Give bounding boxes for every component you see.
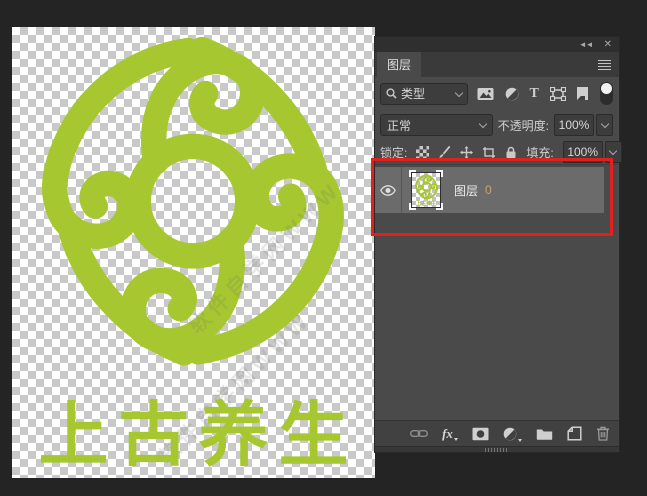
folder-icon — [536, 429, 553, 440]
blend-options-row: 正常 不透明度: 100% — [375, 110, 619, 140]
filter-kind-icons: T — [477, 82, 613, 105]
layer-thumbnail-art — [413, 174, 440, 201]
selection-corner-icon — [436, 170, 443, 177]
panel-menu-icon — [597, 59, 611, 62]
adjustment-icon — [503, 427, 517, 440]
visibility-toggle[interactable] — [375, 167, 402, 213]
new-group-button[interactable] — [536, 427, 553, 440]
delete-layer-button[interactable] — [596, 426, 610, 441]
blend-mode-value: 正常 — [387, 118, 412, 133]
layer-style-fx-button[interactable]: fx — [442, 426, 458, 441]
chevron-down-icon — [608, 146, 618, 156]
panel-tab-row: 图层 — [375, 52, 619, 77]
prevent-autonest-artboard-icon[interactable] — [482, 146, 496, 159]
lock-transparency-icon[interactable] — [416, 145, 430, 159]
lock-position-move-icon[interactable] — [460, 145, 474, 159]
new-layer-button[interactable] — [567, 426, 582, 441]
tab-layers-label: 图层 — [386, 58, 411, 72]
trash-icon — [596, 426, 609, 441]
selection-corner-icon — [409, 203, 416, 210]
adjustment-layer-filter-icon[interactable] — [505, 87, 519, 101]
logo-artwork — [16, 33, 368, 385]
fill-input[interactable]: 100% — [562, 141, 603, 163]
fill-dropdown-button[interactable] — [604, 141, 622, 163]
layer-list: 上古养生 图层 0 — [375, 165, 619, 420]
filter-type-select[interactable]: 类型 — [380, 82, 468, 105]
layer-thumbnail[interactable]: 上古养生 — [409, 170, 443, 210]
shape-layer-filter-icon[interactable] — [549, 86, 566, 101]
layer-mask-icon — [472, 427, 489, 440]
search-icon — [386, 88, 397, 99]
chevron-down-icon — [600, 119, 609, 129]
chevron-down-icon — [454, 88, 464, 97]
filter-type-label: 类型 — [401, 87, 426, 101]
caret-down-icon — [517, 438, 522, 442]
fill-label: 填充: — [526, 145, 554, 160]
photoshop-window: 软件自学网WWW 软件自学网WWW 上古养生 ◄◄ ✕ 图层 类型 T 正常 不… — [0, 0, 647, 496]
chevron-down-icon — [478, 119, 487, 129]
collapse-panels-icon[interactable]: ◄◄ — [579, 40, 594, 49]
layers-panel: ◄◄ ✕ 图层 类型 T 正常 不透明度: 100% 锁定: 填充: 100% … — [374, 36, 622, 453]
pixel-layer-filter-icon[interactable] — [477, 87, 494, 101]
smart-object-filter-icon[interactable] — [576, 86, 589, 101]
layer-filter-row: 类型 T — [375, 77, 619, 110]
link-layers-button[interactable] — [410, 428, 429, 439]
panel-resize-grip[interactable] — [485, 447, 509, 452]
close-panel-icon[interactable]: ✕ — [604, 39, 612, 50]
panel-menu-button[interactable] — [589, 52, 619, 77]
text-layer-filter-icon[interactable]: T — [529, 86, 538, 101]
new-adjustment-layer-button[interactable] — [503, 427, 522, 442]
layer-row[interactable]: 上古养生 图层 0 — [375, 167, 604, 213]
fx-icon: fx — [442, 426, 453, 441]
opacity-input[interactable]: 100% — [554, 114, 594, 136]
logo-title-text: 上古养生 — [38, 396, 359, 474]
layer-index: 0 — [485, 183, 492, 197]
blend-mode-select[interactable]: 正常 — [380, 114, 493, 136]
panel-titlebar: ◄◄ ✕ — [375, 37, 619, 52]
document-canvas[interactable]: 软件自学网WWW 软件自学网WWW 上古养生 — [12, 27, 375, 478]
layers-panel-footer: fx — [375, 420, 619, 446]
caret-down-icon — [453, 438, 458, 441]
add-layer-mask-button[interactable] — [472, 427, 489, 441]
selection-corner-icon — [409, 170, 416, 177]
lock-all-icon[interactable] — [505, 146, 517, 159]
selection-corner-icon — [436, 203, 443, 210]
lock-label: 锁定: — [380, 145, 408, 160]
lock-pixels-brush-icon[interactable] — [438, 145, 451, 159]
lock-options-row: 锁定: 填充: 100% — [375, 140, 622, 165]
toggle-knob-icon — [600, 83, 612, 94]
opacity-label: 不透明度: — [497, 118, 549, 133]
eye-icon — [380, 184, 396, 196]
filter-toggle-switch[interactable] — [599, 82, 613, 105]
layer-name[interactable]: 图层 — [454, 182, 478, 199]
panel-resize-strip — [375, 446, 619, 452]
new-layer-icon — [567, 426, 582, 441]
opacity-dropdown-button[interactable] — [596, 114, 613, 136]
tab-layers[interactable]: 图层 — [377, 52, 421, 77]
